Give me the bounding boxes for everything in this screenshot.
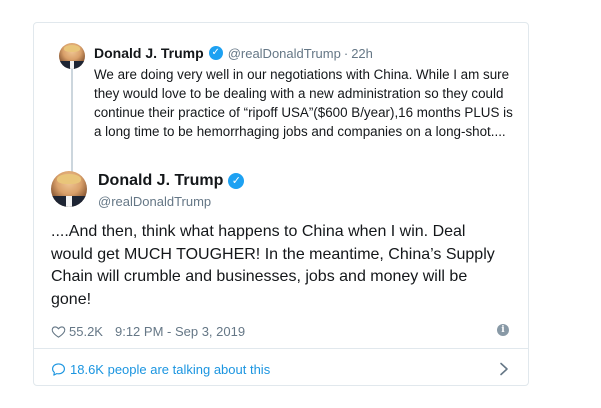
main-author-name[interactable]: Donald J. Trump — [98, 172, 223, 190]
thread-line — [71, 69, 73, 173]
conversation-link[interactable]: 18.6K people are talking about this — [51, 359, 513, 379]
tweet-card: Donald J. Trump ✓ @realDonaldTrump · 22h… — [33, 22, 529, 386]
like-count[interactable]: 55.2K — [69, 324, 103, 339]
chevron-right-icon[interactable] — [499, 362, 509, 376]
main-author-avatar[interactable] — [51, 171, 87, 207]
verified-badge-icon: ✓ — [208, 46, 223, 60]
heart-icon[interactable] — [51, 324, 66, 339]
info-icon[interactable]: i — [497, 324, 509, 336]
quoted-tweet-header: Donald J. Trump ✓ @realDonaldTrump · 22h — [94, 45, 373, 61]
quoted-author-name[interactable]: Donald J. Trump — [94, 45, 204, 61]
quoted-tweet-time[interactable]: 22h — [351, 46, 373, 61]
main-author-name-row: Donald J. Trump ✓ — [98, 172, 249, 190]
conversation-text[interactable]: 18.6K people are talking about this — [70, 362, 270, 377]
tweet-meta-row: 55.2K 9:12 PM - Sep 3, 2019 i — [51, 321, 513, 341]
main-tweet-text: ....And then, think what happens to Chin… — [51, 223, 495, 308]
quoted-tweet-text: We are doing very well in our negotiatio… — [94, 67, 513, 139]
quoted-separator: · — [343, 45, 349, 61]
speech-bubble-icon — [52, 362, 65, 376]
divider — [34, 348, 528, 349]
quoted-author-handle[interactable]: @realDonaldTrump — [228, 46, 341, 61]
main-author-handle[interactable]: @realDonaldTrump — [98, 194, 211, 209]
verified-badge-icon: ✓ — [228, 173, 245, 189]
tweet-timestamp[interactable]: 9:12 PM - Sep 3, 2019 — [115, 324, 245, 339]
quoted-author-avatar[interactable] — [59, 43, 85, 69]
